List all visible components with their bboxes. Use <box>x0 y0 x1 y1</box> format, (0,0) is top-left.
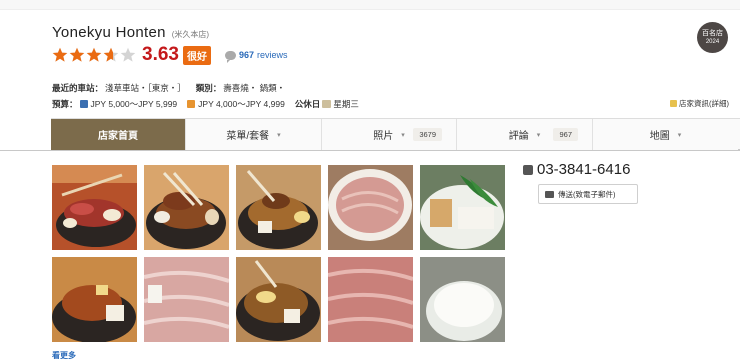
award-label: 百名店 <box>702 30 723 37</box>
store-info-link[interactable]: 店家資訊(詳細) <box>670 98 729 109</box>
photo-sukiyaki-closeup[interactable] <box>236 257 321 342</box>
phone-number[interactable]: 03-3841-6416 <box>537 161 630 178</box>
tab-reviews-label: 評論 <box>508 131 529 142</box>
chevron-down-icon: ▾ <box>677 131 682 139</box>
star-icon <box>86 47 102 63</box>
closed-value: 星期三 <box>333 99 359 109</box>
award-badge[interactable]: 百名店 2024 <box>697 22 728 53</box>
photo-raw-beef-plate[interactable] <box>328 165 413 250</box>
photo-sukiyaki-pot-1[interactable] <box>52 165 137 250</box>
mail-icon <box>545 190 554 198</box>
chevron-down-icon: ▾ <box>401 131 405 139</box>
budget-label: 預算： <box>52 99 78 109</box>
star-icon <box>69 47 85 63</box>
review-count: 967 <box>238 50 255 60</box>
tab-home[interactable]: 店家首頁 <box>51 119 186 150</box>
genre-value[interactable]: 壽喜燒・ 鍋類・ <box>223 82 285 94</box>
rating-row: 3.63 很好 967 reviews <box>52 44 288 66</box>
photo-beef-tofu[interactable] <box>52 257 137 342</box>
phone-icon <box>523 164 533 175</box>
closed-label: 公休日 <box>294 99 321 109</box>
tab-reviews-count: 967 <box>553 128 578 141</box>
photo-rice-bowl[interactable] <box>420 257 505 342</box>
award-year: 2024 <box>705 39 720 45</box>
photo-sukiyaki-pot-3[interactable] <box>236 165 321 250</box>
tab-reviews[interactable]: 評論 ▾ 967 <box>457 119 593 150</box>
restaurant-name[interactable]: Yonekyu Honten <box>52 24 166 41</box>
info-icon <box>670 100 677 107</box>
rating-badge: 很好 <box>182 45 211 65</box>
more-photos-link[interactable]: 看更多 <box>52 350 76 359</box>
station-label: 最近的車站： <box>52 83 104 93</box>
dinner-budget: JPY 5,000～JPY 5,999 <box>90 99 178 109</box>
star-icon <box>120 47 136 63</box>
tab-menu-label: 菜單/套餐 <box>226 131 270 142</box>
tab-map[interactable]: 地圖 ▾ <box>593 119 738 150</box>
star-icon <box>103 47 119 63</box>
top-bar <box>0 0 740 10</box>
rating-stars <box>52 47 136 63</box>
photo-sukiyaki-pot-2[interactable] <box>144 165 229 250</box>
info-row-location: 最近的車站： 淺草車站・［東京・］ 類別： 壽喜燒・ 鍋類・ <box>52 82 295 94</box>
tab-bar: 店家首頁 菜單/套餐 ▾ 照片 ▾ 3679 評論 ▾ 967 地圖 ▾ <box>51 118 740 150</box>
genre-label: 類別： <box>195 83 222 93</box>
info-row-budget: 預算： JPY 5,000～JPY 5,999 JPY 4,000～JPY 4,… <box>52 98 369 110</box>
tab-home-label: 店家首頁 <box>98 131 138 142</box>
tab-divider <box>0 150 740 151</box>
review-count-link[interactable]: 967 reviews <box>224 50 288 63</box>
tab-photos[interactable]: 照片 ▾ 3679 <box>322 119 457 150</box>
restaurant-header: Yonekyu Honten (米久本店) <box>52 24 740 41</box>
restaurant-name-sub: (米久本店) <box>171 30 210 39</box>
tab-photos-label: 照片 <box>373 131 394 142</box>
photo-vegetable-plate[interactable] <box>420 165 505 250</box>
send-email-button[interactable]: 傳送(致電子郵件) <box>538 184 638 204</box>
review-label: reviews <box>257 50 288 60</box>
photo-marbled-beef[interactable] <box>144 257 229 342</box>
lunch-icon <box>187 100 196 108</box>
station-value[interactable]: 淺草車站・［東京・］ <box>105 82 186 94</box>
star-icon <box>52 47 68 63</box>
store-info-label: 店家資訊(詳細) <box>679 99 729 108</box>
tab-map-label: 地圖 <box>649 131 670 142</box>
photo-beef-slices[interactable] <box>328 257 413 342</box>
speech-bubble-icon <box>224 50 236 63</box>
dinner-icon <box>79 100 88 108</box>
tab-photos-count: 3679 <box>413 128 442 141</box>
calendar-icon <box>322 100 332 108</box>
chevron-down-icon: ▾ <box>277 131 281 139</box>
send-email-label: 傳送(致電子郵件) <box>558 189 616 199</box>
tab-menu[interactable]: 菜單/套餐 ▾ <box>186 119 322 150</box>
rating-score: 3.63 <box>142 44 179 65</box>
lunch-budget: JPY 4,000～JPY 4,999 <box>198 99 285 109</box>
phone-row: 03-3841-6416 <box>523 161 630 178</box>
chevron-down-icon: ▾ <box>536 131 541 139</box>
